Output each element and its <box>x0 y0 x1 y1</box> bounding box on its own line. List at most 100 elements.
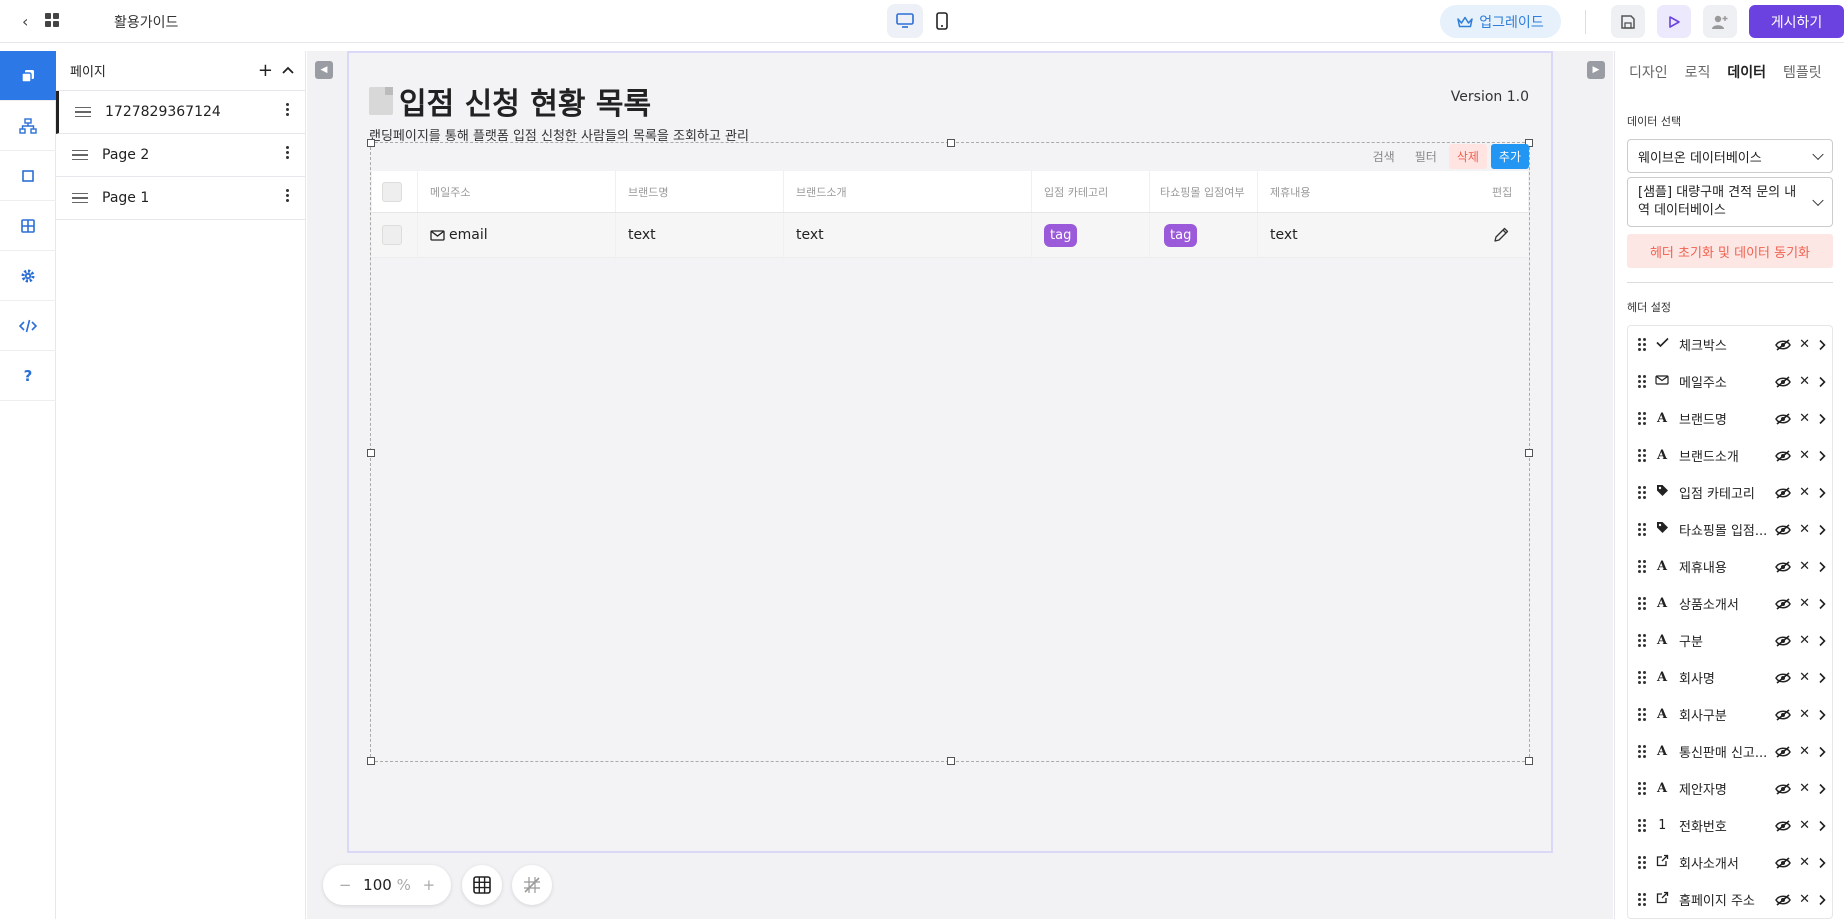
remove-icon[interactable]: ✕ <box>1799 855 1810 870</box>
resize-handle[interactable] <box>367 757 375 765</box>
drag-handle-icon[interactable] <box>1638 745 1646 758</box>
visibility-off-icon[interactable] <box>1775 412 1791 425</box>
resize-handle[interactable] <box>1525 449 1533 457</box>
drag-handle-icon[interactable] <box>1638 893 1646 906</box>
select-all-checkbox[interactable] <box>382 181 402 202</box>
tab-logic[interactable]: 로직 <box>1685 62 1711 82</box>
preview-button[interactable] <box>1657 5 1691 38</box>
visibility-off-icon[interactable] <box>1775 671 1791 684</box>
drag-handle-icon[interactable] <box>1638 856 1646 869</box>
visibility-off-icon[interactable] <box>1775 449 1791 462</box>
mobile-view-button[interactable] <box>924 4 960 38</box>
header-item[interactable]: A 회사구분 ✕ <box>1628 696 1832 733</box>
table-select[interactable]: [샘플] 대량구매 견적 문의 내역 데이터베이스 <box>1627 177 1833 227</box>
visibility-off-icon[interactable] <box>1775 597 1791 610</box>
invite-user-button[interactable] <box>1703 5 1737 38</box>
guide-link[interactable]: 활용가이드 <box>114 12 178 32</box>
resize-handle[interactable] <box>947 139 955 147</box>
more-options-icon[interactable] <box>286 103 289 116</box>
remove-icon[interactable]: ✕ <box>1799 707 1810 722</box>
chevron-right-icon[interactable] <box>1818 413 1826 425</box>
drag-handle-icon[interactable] <box>1638 708 1646 721</box>
upgrade-button[interactable]: 업그레이드 <box>1440 5 1561 38</box>
header-item[interactable]: A 상품소개서 ✕ <box>1628 585 1832 622</box>
visibility-off-icon[interactable] <box>1775 819 1791 832</box>
chevron-right-icon[interactable] <box>1818 561 1826 573</box>
resize-handle[interactable] <box>1525 757 1533 765</box>
header-item[interactable]: A 구분 ✕ <box>1628 622 1832 659</box>
remove-icon[interactable]: ✕ <box>1799 744 1810 759</box>
row-checkbox[interactable] <box>382 225 402 245</box>
save-button[interactable] <box>1611 5 1645 38</box>
visibility-off-icon[interactable] <box>1775 782 1791 795</box>
header-item[interactable]: 홈페이지 주소 ✕ <box>1628 881 1832 918</box>
chevron-right-icon[interactable] <box>1818 746 1826 758</box>
add-button[interactable]: 추가 <box>1490 144 1529 169</box>
chevron-right-icon[interactable] <box>1818 487 1826 499</box>
chevron-right-icon[interactable] <box>1818 672 1826 684</box>
chevron-right-icon[interactable] <box>1818 450 1826 462</box>
header-item[interactable]: A 제안자명 ✕ <box>1628 770 1832 807</box>
chevron-right-icon[interactable] <box>1818 820 1826 832</box>
drag-handle-icon[interactable] <box>1638 486 1646 499</box>
zoom-value[interactable]: 100 % <box>363 876 411 894</box>
remove-icon[interactable]: ✕ <box>1799 559 1810 574</box>
remove-icon[interactable]: ✕ <box>1799 448 1810 463</box>
drag-handle-icon[interactable] <box>1638 375 1646 388</box>
tab-design[interactable]: 디자인 <box>1629 62 1668 82</box>
header-item[interactable]: 체크박스 ✕ <box>1628 326 1832 363</box>
sync-header-button[interactable]: 헤더 초기화 및 데이터 동기화 <box>1627 234 1833 268</box>
table-row[interactable]: email text text tag tag text <box>372 213 1528 258</box>
drag-handle-icon[interactable] <box>72 149 88 161</box>
chevron-right-icon[interactable] <box>1818 339 1826 351</box>
search-button[interactable]: 검색 <box>1365 144 1403 169</box>
drag-handle-icon[interactable] <box>1638 449 1646 462</box>
remove-icon[interactable]: ✕ <box>1799 781 1810 796</box>
guides-toggle-button[interactable] <box>512 865 552 905</box>
drag-handle-icon[interactable] <box>1638 597 1646 610</box>
visibility-off-icon[interactable] <box>1775 523 1791 536</box>
sitemap-nav-button[interactable] <box>0 101 56 151</box>
resize-handle[interactable] <box>367 449 375 457</box>
chevron-right-icon[interactable] <box>1818 857 1826 869</box>
visibility-off-icon[interactable] <box>1775 486 1791 499</box>
back-icon[interactable]: ‹ <box>22 12 28 31</box>
chevron-right-icon[interactable] <box>1818 598 1826 610</box>
artboard[interactable]: 입점 신청 현황 목록 Version 1.0 랜딩페이지를 통해 플랫폼 입점… <box>347 51 1553 853</box>
chevron-right-icon[interactable] <box>1818 524 1826 536</box>
column-header[interactable]: 브랜드소개 <box>784 171 1032 212</box>
column-header[interactable]: 편집 <box>1480 171 1528 212</box>
collapse-left-icon[interactable]: ◀ <box>315 61 333 79</box>
edit-pencil-icon[interactable] <box>1492 226 1510 244</box>
header-item[interactable]: 타쇼핑몰 입점... ✕ <box>1628 511 1832 548</box>
remove-icon[interactable]: ✕ <box>1799 485 1810 500</box>
apps-grid-icon[interactable] <box>45 13 59 27</box>
chevron-right-icon[interactable] <box>1818 376 1826 388</box>
code-nav-button[interactable] <box>0 301 56 351</box>
drag-handle-icon[interactable] <box>1638 523 1646 536</box>
visibility-off-icon[interactable] <box>1775 560 1791 573</box>
header-item[interactable]: A 회사명 ✕ <box>1628 659 1832 696</box>
visibility-off-icon[interactable] <box>1775 708 1791 721</box>
resize-handle[interactable] <box>947 757 955 765</box>
column-header[interactable]: 타쇼핑몰 입점여부 <box>1150 171 1258 212</box>
chevron-right-icon[interactable] <box>1818 783 1826 795</box>
remove-icon[interactable]: ✕ <box>1799 633 1810 648</box>
remove-icon[interactable]: ✕ <box>1799 818 1810 833</box>
pages-nav-button[interactable] <box>0 51 56 101</box>
desktop-view-button[interactable] <box>887 4 923 38</box>
table-component[interactable]: 검색 필터 삭제 추가 메일주소 브랜드명 브랜드소개 입점 카테고리 타쇼핑몰… <box>367 139 1533 765</box>
more-options-icon[interactable] <box>286 189 289 202</box>
database-select[interactable]: 웨이브온 데이터베이스 <box>1627 139 1833 173</box>
chevron-right-icon[interactable] <box>1818 635 1826 647</box>
column-header[interactable]: 제휴내용 <box>1258 171 1480 212</box>
drag-handle-icon[interactable] <box>1638 412 1646 425</box>
visibility-off-icon[interactable] <box>1775 634 1791 647</box>
page-item[interactable]: Page 2 <box>56 134 305 177</box>
visibility-off-icon[interactable] <box>1775 375 1791 388</box>
remove-icon[interactable]: ✕ <box>1799 411 1810 426</box>
drag-handle-icon[interactable] <box>1638 560 1646 573</box>
column-header[interactable]: 메일주소 <box>418 171 616 212</box>
visibility-off-icon[interactable] <box>1775 338 1791 351</box>
tab-template[interactable]: 템플릿 <box>1783 62 1822 82</box>
